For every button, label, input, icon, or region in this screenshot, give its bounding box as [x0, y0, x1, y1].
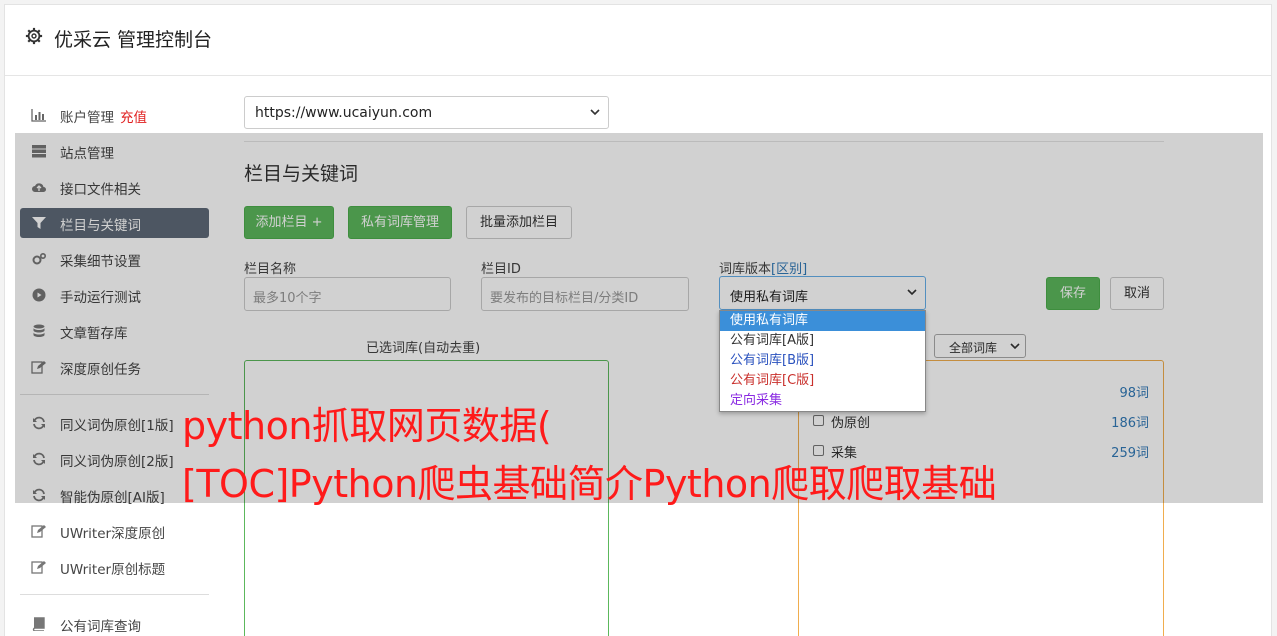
chevron-down-icon: [590, 109, 600, 116]
sidebar-item-public-lib-query[interactable]: 公有词库查询: [20, 609, 209, 636]
overlay-caption-line2: [TOC]Python爬虫基础简介Python爬取爬取基础: [182, 462, 997, 506]
page-header: 优采云 管理控制台: [5, 5, 1271, 76]
sidebar-item-label: UWriter原创标题: [60, 562, 166, 578]
dropdown-option-public-c[interactable]: 公有词库[C版]: [720, 371, 925, 391]
bar-chart-icon: [31, 109, 46, 122]
dropdown-option-public-b[interactable]: 公有词库[B版]: [720, 351, 925, 371]
dropdown-option-directed[interactable]: 定向采集: [720, 391, 925, 411]
lib-version-dropdown: 使用私有词库 公有词库[A版] 公有词库[B版] 公有词库[C版] 定向采集: [719, 310, 926, 412]
page-title: 优采云 管理控制台: [54, 29, 213, 51]
site-select[interactable]: https://www.ucaiyun.com: [244, 96, 609, 129]
book-icon: [32, 617, 45, 631]
sidebar-item-label: UWriter深度原创: [60, 526, 166, 542]
overlay-caption-line1: python抓取网页数据(: [182, 404, 552, 448]
sidebar-item-account[interactable]: 账户管理 充值: [20, 100, 209, 130]
gear-icon: [25, 27, 43, 45]
sidebar-item-label: 公有词库查询: [60, 619, 141, 635]
sidebar-item-uwriter-title[interactable]: UWriter原创标题: [20, 552, 209, 582]
edit-icon: [31, 561, 46, 574]
sidebar-divider: [20, 594, 209, 595]
dropdown-option-public-a[interactable]: 公有词库[A版]: [720, 331, 925, 351]
edit-icon: [31, 525, 46, 538]
dropdown-option-private[interactable]: 使用私有词库: [720, 311, 925, 331]
sidebar-item-label: 账户管理: [60, 110, 114, 126]
sidebar-item-uwriter-deep[interactable]: UWriter深度原创: [20, 516, 209, 546]
recharge-link[interactable]: 充值: [120, 110, 147, 126]
site-select-value: https://www.ucaiyun.com: [255, 105, 433, 121]
